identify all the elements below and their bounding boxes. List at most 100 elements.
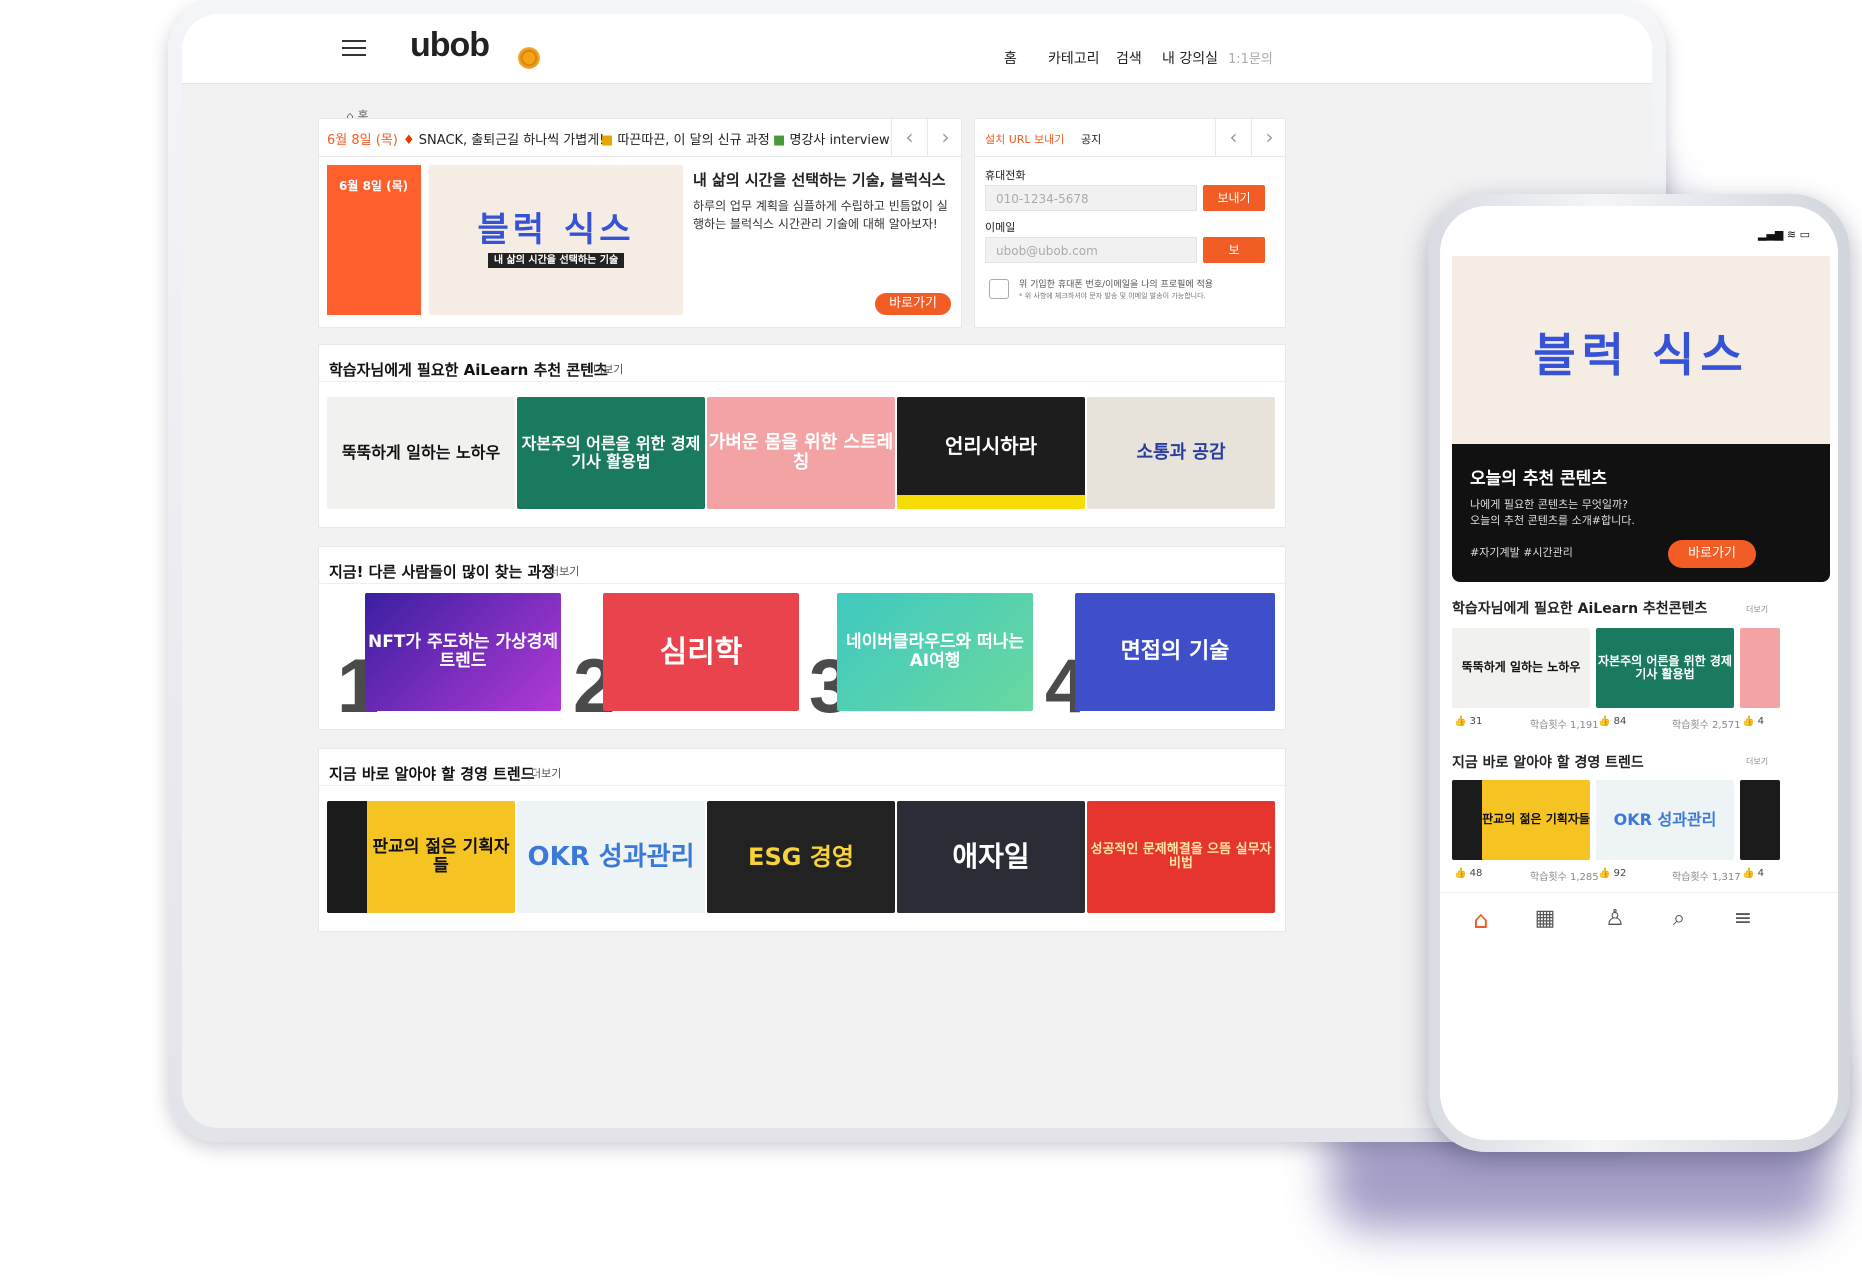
logo-mark-icon <box>518 47 540 69</box>
like-icon: 👍 <box>1742 716 1755 727</box>
more-link[interactable]: 더보기 <box>1746 756 1768 767</box>
phone-hero-panel: 오늘의 추천 콘텐츠 나에게 필요한 콘텐츠는 무엇일까? 오늘의 추천 콘텐츠… <box>1452 444 1830 582</box>
today-card: 6월 8일 (목) ♦ SNACK, 출퇴근길 하나씩 가볍게! ■ 따끈따끈,… <box>318 118 963 328</box>
phone-card[interactable]: OKR 성과관리 <box>1596 780 1734 860</box>
card-meta: 👍 48 <box>1454 868 1483 879</box>
send-button[interactable]: 보내기 <box>1203 185 1265 211</box>
status-icons: ▂▄▆ ≋ ▭ <box>1758 228 1810 241</box>
nav-home[interactable]: 홈 <box>1004 48 1017 68</box>
trend-card[interactable]: ESG 경영 <box>707 801 895 913</box>
interview-icon: ■ <box>773 133 786 148</box>
feature-go-button[interactable]: 바로가기 <box>875 293 951 315</box>
tab-interview[interactable]: ■ 명강사 interview <box>773 129 890 148</box>
trend-card[interactable]: 애자일 <box>897 801 1085 913</box>
feature-title[interactable]: 내 삶의 시간을 선택하는 기술, 블럭식스 <box>693 169 946 190</box>
tab-snack[interactable]: ♦ SNACK, 출퇴근길 하나씩 가볍게! <box>403 129 604 148</box>
ailearn-card[interactable]: 언리시하라 <box>897 397 1085 509</box>
hero-go-button[interactable]: 바로가기 <box>1668 540 1756 568</box>
date-block: 6월 8일 (목) <box>327 165 421 315</box>
trend-card[interactable]: 판교의 젊은 기획자들 <box>327 801 515 913</box>
section-title: 지금! 다른 사람들이 많이 찾는 과정 <box>329 563 556 581</box>
install-tabbar: 설치 URL 보내기 공지 ‹ › <box>975 119 1287 157</box>
ailearn-card[interactable]: 소통과 공감 <box>1087 397 1275 509</box>
tab-category-icon[interactable]: ▦ <box>1528 906 1562 931</box>
like-icon: 👍 <box>1742 868 1755 879</box>
nav-search[interactable]: 검색 <box>1116 48 1142 68</box>
trend-card[interactable]: 성공적인 문제해결을 으뜸 실무자 비법 <box>1087 801 1275 913</box>
like-icon: 👍 <box>1598 868 1611 879</box>
today-tabbar: 6월 8일 (목) ♦ SNACK, 출퇴근길 하나씩 가볍게! ■ 따끈따끈,… <box>319 119 963 157</box>
ailearn-card[interactable]: 가벼운 몸을 위한 스트레칭 <box>707 397 895 509</box>
phone-card[interactable]: 자본주의 어른을 위한 경제기사 활용법 <box>1596 628 1734 708</box>
top-header: ubob 홈 카테고리 검색 내 강의실 1:1문의 <box>182 14 1652 84</box>
card-meta: 👍 4 <box>1742 868 1765 879</box>
divider <box>319 583 1287 584</box>
phone-card[interactable]: 판교의 젊은 기획자들 <box>1452 780 1590 860</box>
email-label: 이메일 <box>985 221 1016 234</box>
divider <box>319 381 1287 382</box>
phone-section-title: 학습자님에게 필요한 AiLearn 추천콘텐츠 <box>1452 601 1708 617</box>
menu-icon[interactable] <box>342 40 366 57</box>
hero-desc: 나에게 필요한 콘텐츠는 무엇일까? <box>1470 498 1629 511</box>
email-input[interactable]: ubob@ubob.com <box>985 237 1197 263</box>
tab-install-url[interactable]: 설치 URL 보내기 <box>985 131 1064 147</box>
like-icon: 👍 <box>1454 716 1467 727</box>
new-icon: ■ <box>601 133 614 148</box>
phone-hero-image[interactable]: 블럭 식스 <box>1452 256 1830 454</box>
more-link[interactable]: 더보기 <box>1746 604 1768 615</box>
section-title: 지금 바로 알아야 할 경영 트렌드 <box>329 765 535 783</box>
nav-my-classroom[interactable]: 내 강의실 <box>1162 48 1218 68</box>
install-next-icon[interactable]: › <box>1251 119 1287 157</box>
phone-screen: ▂▄▆ ≋ ▭ 블럭 식스 오늘의 추천 콘텐츠 나에게 필요한 콘텐츠는 무엇… <box>1440 206 1838 1140</box>
logo[interactable]: ubob <box>410 28 490 62</box>
consent-checkbox[interactable] <box>989 279 1009 299</box>
phone-card[interactable] <box>1740 780 1780 860</box>
card-views: 학습횟수 2,571 <box>1672 720 1741 731</box>
phone-section-title: 지금 바로 알아야 할 경영 트렌드 <box>1452 755 1644 771</box>
popular-card[interactable]: NFT가 주도하는 가상경제 트렌드 <box>365 593 561 711</box>
tab-profile-icon[interactable]: ♙ <box>1598 906 1632 931</box>
nav-category[interactable]: 카테고리 <box>1048 48 1100 68</box>
install-card: 설치 URL 보내기 공지 ‹ › 휴대전화 010-1234-5678 보내기… <box>974 118 1287 328</box>
more-link[interactable]: 더보기 <box>549 563 579 579</box>
section-popular: 지금! 다른 사람들이 많이 찾는 과정 더보기 1 NFT가 주도하는 가상경… <box>318 546 1287 730</box>
popular-card[interactable]: 네이버클라우드와 떠나는 AI여행 <box>837 593 1033 711</box>
install-prev-icon[interactable]: ‹ <box>1215 119 1251 157</box>
tab-menu-icon[interactable]: ≡ <box>1726 906 1760 931</box>
feature-thumbnail[interactable]: 블럭 식스 내 삶의 시간을 선택하는 기술 <box>429 165 683 315</box>
tab-new[interactable]: ■ 따끈따끈, 이 달의 신규 과정 <box>601 129 770 148</box>
popular-card[interactable]: 면접의 기술 <box>1075 593 1275 711</box>
feature-desc: 하루의 업무 계획을 심플하게 수립하고 빈틈없이 실행하는 블럭식스 시간관리… <box>693 199 948 231</box>
more-link[interactable]: 더보기 <box>593 361 623 377</box>
section-title: 학습자님에게 필요한 AiLearn 추천 콘텐츠 <box>329 361 608 379</box>
tabbar-divider <box>1440 892 1838 893</box>
send-button-2[interactable]: 보 <box>1203 237 1265 263</box>
phone-card[interactable]: 뚝뚝하게 일하는 노하우 <box>1452 628 1590 708</box>
card-views: 학습횟수 1,317 <box>1672 872 1741 883</box>
popular-card[interactable]: 심리학 <box>603 593 799 711</box>
more-link[interactable]: 더보기 <box>531 765 561 781</box>
section-ailearn: 학습자님에게 필요한 AiLearn 추천 콘텐츠 더보기 뚝뚝하게 일하는 노… <box>318 344 1287 528</box>
tab-home-icon[interactable]: ⌂ <box>1464 906 1498 934</box>
ailearn-card[interactable]: 뚝뚝하게 일하는 노하우 <box>327 397 515 509</box>
phone-input[interactable]: 010-1234-5678 <box>985 185 1197 211</box>
prev-arrow-icon[interactable]: ‹ <box>891 119 927 157</box>
snack-icon: ♦ <box>403 133 415 148</box>
divider <box>319 785 1287 786</box>
hero-title: 오늘의 추천 콘텐츠 <box>1470 469 1607 489</box>
next-arrow-icon[interactable]: › <box>927 119 963 157</box>
tab-notice[interactable]: 공지 <box>1081 131 1101 147</box>
hero-tags[interactable]: #자기계발 #시간관리 <box>1470 544 1573 560</box>
section-trend: 지금 바로 알아야 할 경영 트렌드 더보기 판교의 젊은 기획자들 OKR 성… <box>318 748 1287 932</box>
trend-card[interactable]: OKR 성과관리 <box>517 801 705 913</box>
card-meta: 👍 31 <box>1454 716 1483 727</box>
tab-date[interactable]: 6월 8일 (목) <box>327 129 398 148</box>
ailearn-card[interactable]: 자본주의 어른을 위한 경제기사 활용법 <box>517 397 705 509</box>
consent-note: * 위 사항에 체크하셔야 문자 발송 및 이메일 발송이 가능합니다. <box>1019 292 1206 300</box>
nav-inquiry[interactable]: 1:1문의 <box>1228 48 1273 67</box>
card-views: 학습횟수 1,191 <box>1530 720 1599 731</box>
consent-text: 위 기입한 휴대폰 번호/이메일을 나의 프로필에 적용 <box>1019 280 1214 290</box>
like-icon: 👍 <box>1598 716 1611 727</box>
tab-search-icon[interactable]: ⌕ <box>1662 906 1696 931</box>
phone-card[interactable] <box>1740 628 1780 708</box>
